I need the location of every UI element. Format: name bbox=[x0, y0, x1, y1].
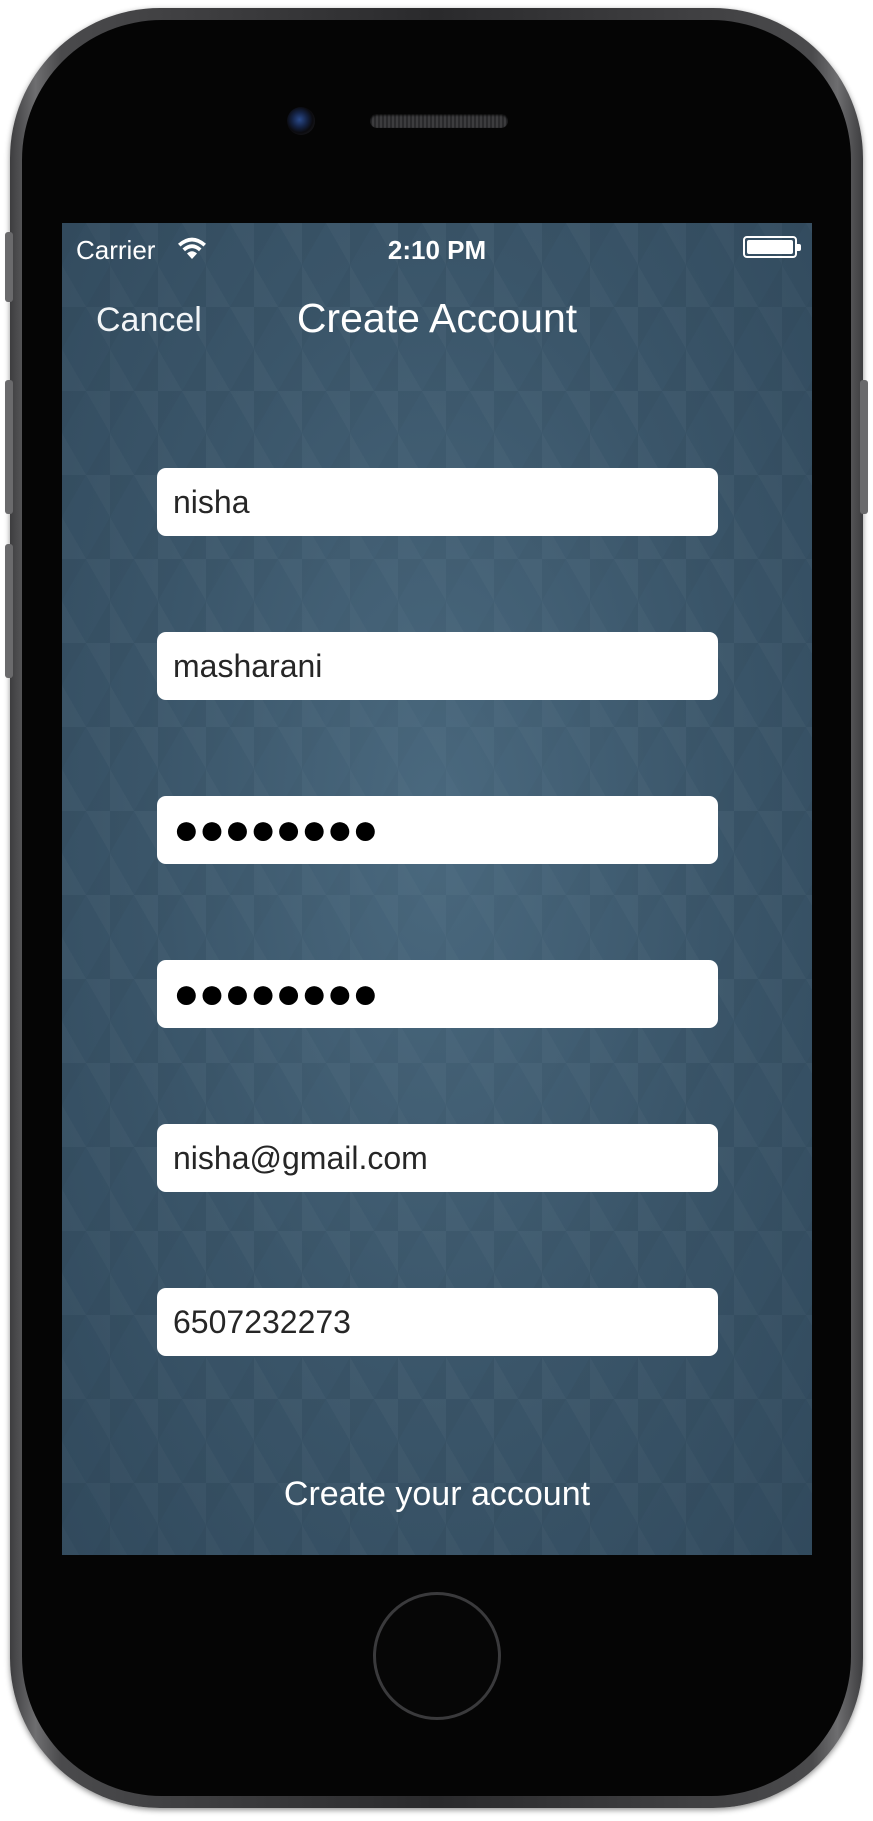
navigation-bar: Cancel Create Account bbox=[62, 289, 812, 349]
mute-switch bbox=[5, 232, 13, 302]
app-screen: Carrier 2:10 PM Cancel Create Account ni… bbox=[62, 223, 812, 1555]
last-name-field[interactable]: masharani bbox=[157, 632, 718, 700]
phone-field[interactable]: 6507232273 bbox=[157, 1288, 718, 1356]
battery-level bbox=[747, 240, 793, 254]
email-field[interactable]: nisha@gmail.com bbox=[157, 1124, 718, 1192]
last-name-value: masharani bbox=[173, 647, 323, 684]
create-account-button[interactable]: Create your account bbox=[62, 1475, 812, 1514]
volume-up-button bbox=[5, 380, 13, 514]
status-time: 2:10 PM bbox=[387, 235, 487, 265]
password-field[interactable]: ●●●●●●●● bbox=[157, 796, 718, 864]
status-bar: Carrier 2:10 PM bbox=[62, 223, 812, 271]
speaker-grille bbox=[370, 114, 508, 128]
battery-tip bbox=[797, 244, 801, 251]
power-button bbox=[860, 380, 868, 514]
confirm-password-field[interactable]: ●●●●●●●● bbox=[157, 960, 718, 1028]
first-name-value: nisha bbox=[173, 483, 250, 520]
password-value: ●●●●●●●● bbox=[173, 805, 379, 854]
confirm-password-value: ●●●●●●●● bbox=[173, 969, 379, 1018]
home-button[interactable] bbox=[373, 1592, 501, 1720]
page-title: Create Account bbox=[296, 295, 578, 341]
first-name-field[interactable]: nisha bbox=[157, 468, 718, 536]
phone-value: 6507232273 bbox=[173, 1303, 351, 1340]
battery-icon bbox=[743, 236, 801, 258]
camera-icon bbox=[287, 107, 315, 135]
volume-down-button bbox=[5, 544, 13, 678]
email-value: nisha@gmail.com bbox=[173, 1139, 428, 1176]
